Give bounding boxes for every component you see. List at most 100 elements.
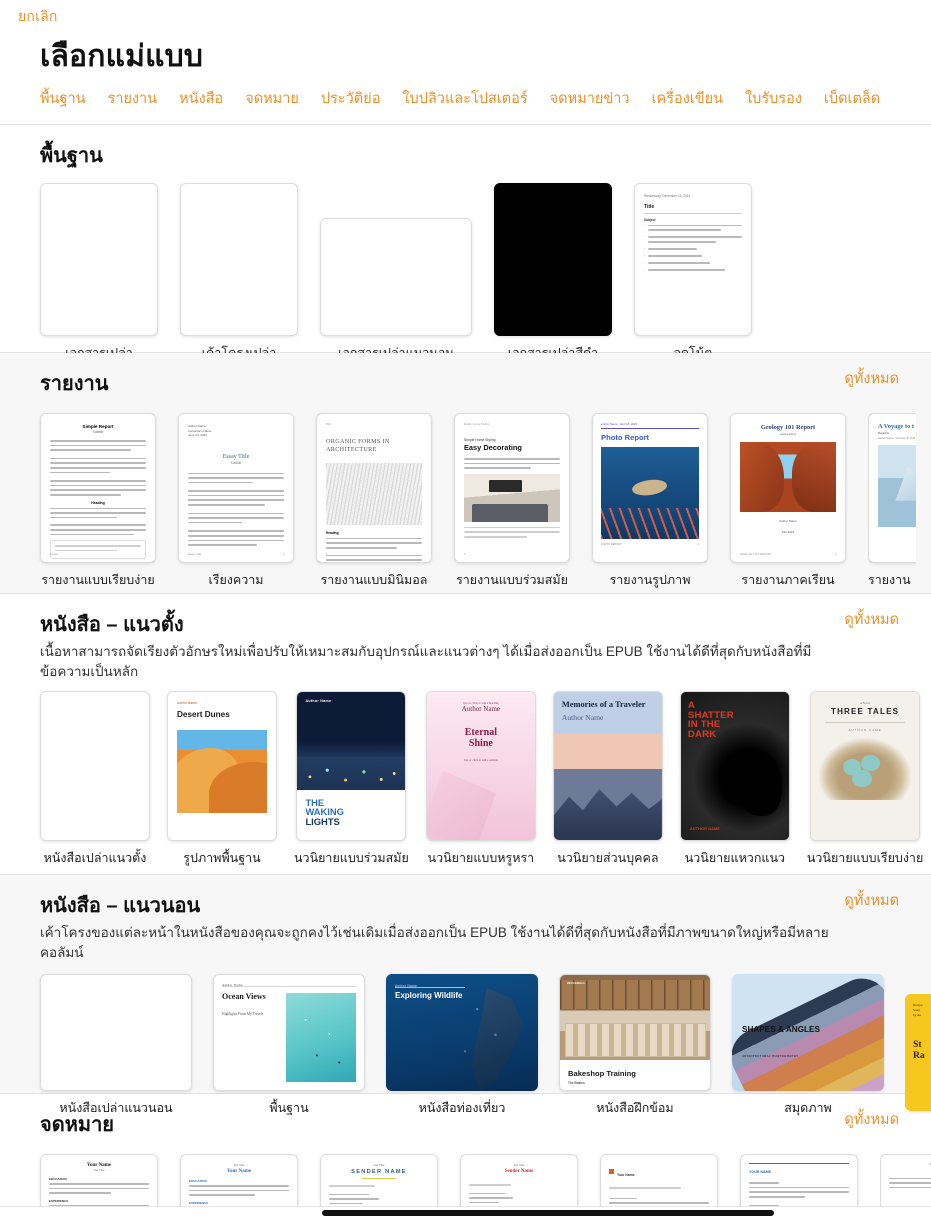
- coral-shape: [601, 507, 699, 539]
- voyage-title: A Voyage to t: [878, 423, 915, 430]
- voyage-subtitle: Backtitle: [878, 431, 890, 435]
- wildlife-author: Author Name: [395, 984, 418, 989]
- template-card-memories-traveler[interactable]: Memories of a Traveler Author Name นวนิย…: [552, 691, 663, 868]
- bakeshop-edition: 2024 Edition: [567, 981, 585, 986]
- template-card-blank-book-portrait[interactable]: หนังสือเปล่าแนวตั้ง: [40, 691, 150, 868]
- template-card-report-voyage[interactable]: A Voyage to t Backtitle Author Name · Fe…: [868, 413, 916, 590]
- tab-stationery[interactable]: เครื่องเขียน: [652, 87, 724, 110]
- essay-author: Author Name: [188, 424, 206, 428]
- thumbnail-black-document[interactable]: [494, 183, 612, 336]
- eternal-title1: Eternal: [464, 727, 497, 739]
- recipe-line1: Recipe: [913, 1003, 923, 1008]
- canyon-image: [740, 442, 836, 512]
- cancel-button[interactable]: ยกเลิก: [18, 6, 58, 28]
- thumbnail-simple-report[interactable]: Simple Report Subtitle Heading Footer 1: [40, 413, 156, 563]
- thumbnail-exploring-wildlife[interactable]: Author Name Exploring Wildlife: [386, 974, 538, 1092]
- organic-heading: Heading: [326, 530, 339, 535]
- thumbnail-blank-document[interactable]: [40, 183, 158, 336]
- thumbnail-blank-landscape[interactable]: [320, 218, 472, 336]
- category-tabs: พื้นฐาน รายงาน หนังสือ จดหมาย ประวัติย่อ…: [40, 87, 931, 124]
- template-caption: นวนิยายส่วนบุคคล: [557, 851, 659, 866]
- thumbnail-term-report[interactable]: Geology 101 Report Subheading Author Nam…: [730, 413, 846, 563]
- ocean-title: Ocean Views: [222, 991, 266, 1001]
- tab-books[interactable]: หนังสือ: [179, 87, 223, 110]
- tab-flyers-posters[interactable]: ใบปลิวและโปสเตอร์: [402, 87, 527, 110]
- section-letters: จดหมาย ดูทั้งหมด Your Name Job Title EDU…: [0, 1094, 931, 1218]
- letter-experience-heading: EXPERIENCE: [49, 1198, 69, 1203]
- section-description-books-portrait: เนื้อหาสามารถจัดเรียงตัวอักษรใหม่เพื่อปร…: [40, 644, 812, 679]
- template-card-desert-dunes[interactable]: Author Name Desert Dunes รูปภาพพื้นฐาน: [167, 691, 277, 868]
- template-card-blank-landscape[interactable]: เอกสารเปล่าแนวนอน: [320, 218, 472, 363]
- essay-date: June 24, 2020: [188, 433, 208, 437]
- template-card-black-document[interactable]: เอกสารเปล่าสีดำ: [494, 183, 612, 363]
- organic-image: [326, 462, 422, 525]
- template-card-term-report[interactable]: Geology 101 Report Subheading Author Nam…: [730, 413, 846, 590]
- shapes-title: SHAPES & ANGLES: [742, 1024, 820, 1034]
- thumbnail-eternal-shine[interactable]: Tap or click to add a heading Author Nam…: [425, 691, 536, 842]
- section-title-reports: รายงาน: [40, 373, 109, 395]
- template-card-minimal-report[interactable]: Title ORGANIC FORMS IN ARCHITECTURE Head…: [316, 413, 432, 590]
- template-card-shatter-in-the-dark[interactable]: A SHATTER IN THE DARK AUTHOR NAME นวนิยา…: [679, 691, 790, 868]
- section-reports: รายงาน ดูทั้งหมด Simple Report Subtitle …: [0, 353, 931, 593]
- template-card-photo-report[interactable]: Author Name · April 16, 2020 Photo Repor…: [592, 413, 708, 590]
- section-books-landscape: หนังสือ – แนวนอน ดูทั้งหมด เค้าโครงของแต…: [0, 875, 931, 1115]
- tab-newsletters[interactable]: จดหมายข่าว: [550, 87, 630, 110]
- three-tales-kicker: A Novel: [860, 701, 871, 706]
- template-card-simple-report[interactable]: Simple Report Subtitle Heading Footer 1 ร…: [40, 413, 156, 590]
- essay-instructor: Instructor's Name: [188, 428, 212, 433]
- thumbnail-ocean-views[interactable]: Author Name Ocean Views Highlights From …: [213, 974, 365, 1092]
- thumbnail-blank-layout[interactable]: [180, 183, 298, 336]
- gem-shape: [426, 770, 496, 841]
- contemporary-kicker: Simple Home Styling: [464, 438, 496, 442]
- thumbnail-waking-lights[interactable]: Author Name THE WAKING LIGHTS: [296, 691, 407, 842]
- city-sky-image: Author Name: [297, 692, 406, 790]
- ocean-image: [286, 992, 356, 1083]
- thumbnail-minimal-report[interactable]: Title ORGANIC FORMS IN ARCHITECTURE Head…: [316, 413, 432, 563]
- scrollbar-thumb[interactable]: [322, 1210, 774, 1216]
- simple-report-footer: Footer 1: [50, 552, 146, 556]
- see-all-letters[interactable]: ดูทั้งหมด: [844, 1108, 899, 1131]
- thumbnail-note-taking[interactable]: Wednesday, December 16, 2015 Title Subje…: [634, 183, 752, 336]
- template-card-essay[interactable]: Author Name Instructor's Name June 24, 2…: [178, 413, 294, 590]
- template-caption: เรียงความ: [208, 573, 264, 587]
- template-caption: รูปภาพพื้นฐาน: [183, 851, 261, 866]
- template-caption: รายงานภาคเรียน: [741, 573, 835, 587]
- geology-author: Author Name: [779, 519, 797, 523]
- see-all-reports[interactable]: ดูทั้งหมด: [844, 367, 899, 390]
- geology-term: Fall 2019: [781, 530, 795, 534]
- thumbnail-blank-book-landscape[interactable]: [40, 974, 192, 1092]
- thumbnail-memories-traveler[interactable]: Memories of a Traveler Author Name: [552, 691, 663, 842]
- tab-reports[interactable]: รายงาน: [108, 87, 158, 110]
- thumbnail-contemporary-report[interactable]: Modern Home Styling Simple Home Styling …: [454, 413, 570, 563]
- thumbnail-photo-report[interactable]: Author Name · April 16, 2020 Photo Repor…: [592, 413, 708, 563]
- template-card-note-taking[interactable]: Wednesday, December 16, 2015 Title Subje…: [634, 183, 752, 363]
- section-title-basics: พื้นฐาน: [40, 145, 103, 167]
- see-all-books-landscape[interactable]: ดูทั้งหมด: [844, 889, 899, 912]
- see-all-books-portrait[interactable]: ดูทั้งหมด: [844, 608, 899, 631]
- template-card-contemporary-report[interactable]: Modern Home Styling Simple Home Styling …: [454, 413, 570, 590]
- template-card-three-tales[interactable]: A Novel THREE TALES AUTHOR NAME นวนิยายแ…: [807, 691, 923, 868]
- tab-basics[interactable]: พื้นฐาน: [40, 87, 86, 110]
- template-card-blank-layout[interactable]: เค้าโครงเปล่า: [180, 183, 298, 363]
- horizontal-scrollbar[interactable]: [0, 1206, 931, 1218]
- thumbnail-essay[interactable]: Author Name Instructor's Name June 24, 2…: [178, 413, 294, 563]
- template-card-waking-lights[interactable]: Author Name THE WAKING LIGHTS นวนิยายแบบ…: [294, 691, 409, 868]
- thumbnail-blank-book-portrait[interactable]: [40, 691, 150, 842]
- thumbnail-bakeshop-training[interactable]: 2024 Edition Bakeshop Training The Basic…: [559, 974, 711, 1092]
- tab-misc[interactable]: เบ็ดเตล็ด: [824, 87, 880, 110]
- thumbnail-desert-dunes[interactable]: Author Name Desert Dunes: [167, 691, 277, 842]
- letter-education-heading: EDUCATION: [49, 1177, 67, 1181]
- thumbnail-three-tales[interactable]: A Novel THREE TALES AUTHOR NAME: [810, 691, 921, 842]
- geology-footer: GEOLOGY 101 REPORT 1: [740, 552, 836, 556]
- ocean-subtitle: Highlights From My Travels: [222, 1011, 264, 1016]
- section-basics: พื้นฐาน เอกสารเปล่า เค้าโครงเปล่า เอกสาร…: [0, 125, 931, 360]
- thumbnail-shatter-in-the-dark[interactable]: A SHATTER IN THE DARK AUTHOR NAME: [679, 691, 790, 842]
- template-card-blank-document[interactable]: เอกสารเปล่า: [40, 183, 158, 363]
- tab-letters[interactable]: จดหมาย: [245, 87, 299, 110]
- tab-certificates[interactable]: ใบรับรอง: [745, 87, 802, 110]
- thumbnail-voyage-report[interactable]: A Voyage to t Backtitle Author Name · Fe…: [868, 413, 916, 563]
- thumbnail-shapes-angles[interactable]: SHAPES & ANGLES ARCHITECTURAL PHOTOGRAPH…: [732, 974, 884, 1092]
- template-card-eternal-shine[interactable]: Tap or click to add a heading Author Nam…: [425, 691, 536, 868]
- tab-resumes[interactable]: ประวัติย่อ: [321, 87, 381, 110]
- letter2-experience-heading: EXPERIENCE: [189, 1200, 209, 1205]
